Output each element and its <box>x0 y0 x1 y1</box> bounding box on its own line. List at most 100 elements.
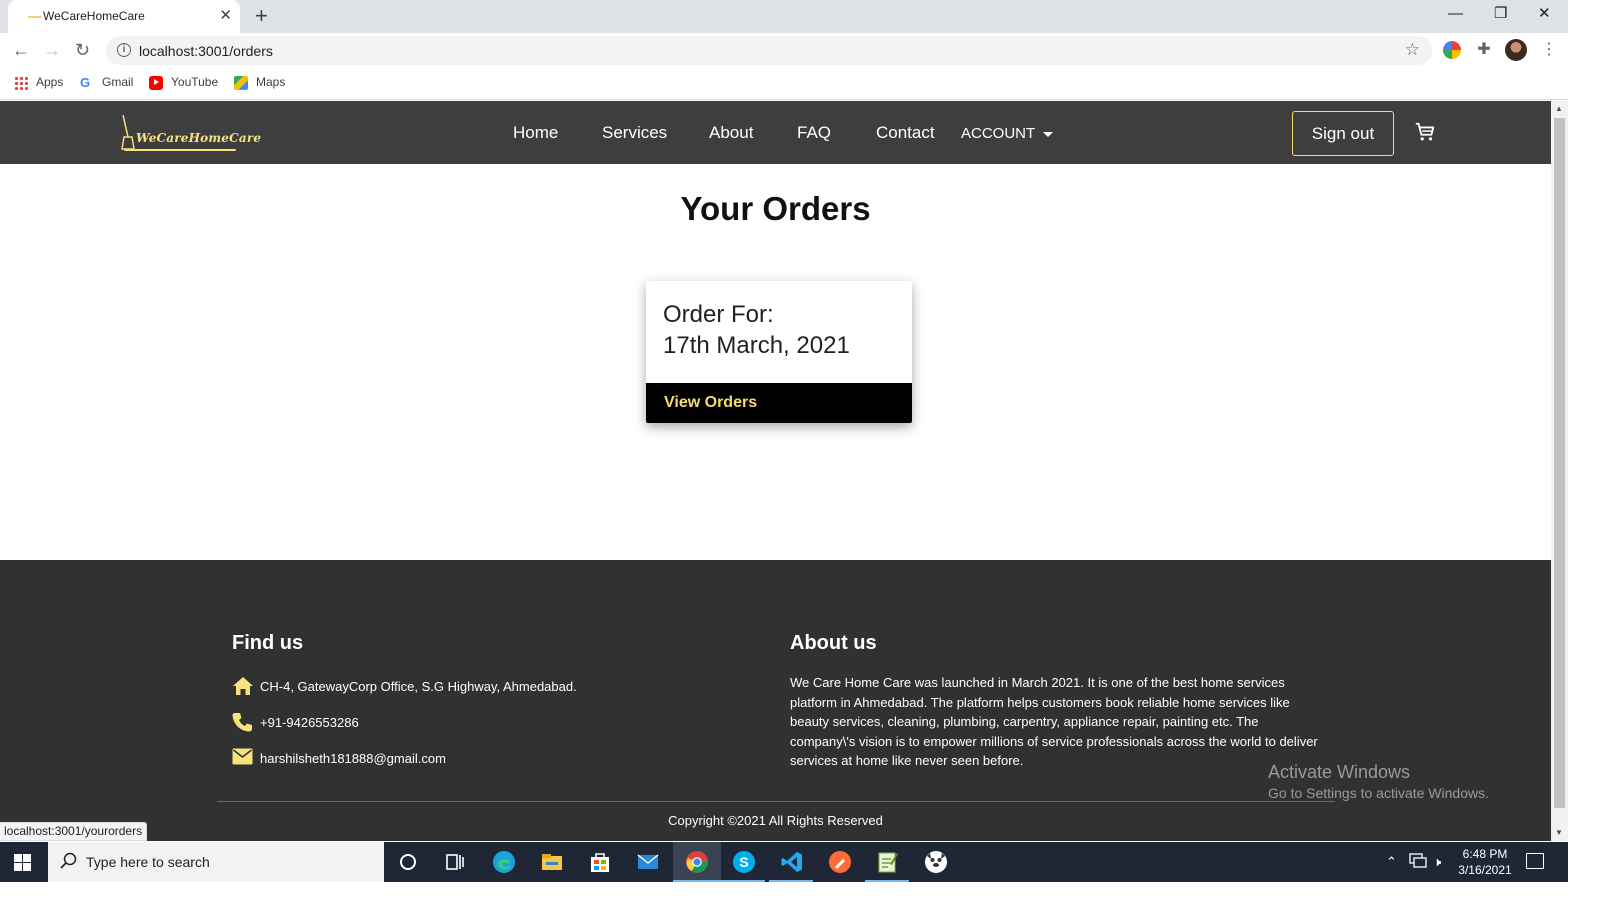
activate-windows-title: Activate Windows <box>1268 762 1411 782</box>
mail-icon <box>232 748 253 765</box>
nav-about[interactable]: About <box>709 123 753 143</box>
order-date: 17th March, 2021 <box>663 332 850 359</box>
browser-tab-strip: WeCareHomeCare ✕ + — ❐ ✕ <box>0 0 1568 33</box>
maps-icon <box>234 75 248 90</box>
scroll-down-icon[interactable]: ▼ <box>1555 828 1563 837</box>
profile-avatar[interactable] <box>1505 39 1527 61</box>
browser-toolbar: ← → ↻ i localhost:3001/orders ☆ ✚ ⋮ <box>0 33 1568 69</box>
google-g-icon: G <box>80 74 91 90</box>
order-card: Order For: 17th March, 2021 View Orders <box>646 281 912 423</box>
site-logo[interactable]: WeCareHomeCare <box>118 115 261 155</box>
nav-services[interactable]: Services <box>602 123 667 143</box>
tab-title: WeCareHomeCare <box>43 9 145 23</box>
back-icon[interactable]: ← <box>12 39 30 61</box>
puppy-app-icon[interactable] <box>924 850 948 874</box>
browser-menu-icon[interactable]: ⋮ <box>1541 39 1559 58</box>
skype-icon[interactable]: S <box>732 850 756 874</box>
volume-muted-icon[interactable]: 🕨 <box>1433 854 1441 870</box>
account-label: ACCOUNT <box>961 125 1036 142</box>
reload-icon[interactable]: ↻ <box>75 39 90 61</box>
logo-text: WeCareHomeCare <box>136 131 262 145</box>
page-viewport: WeCareHomeCare Home Services About FAQ C… <box>0 101 1551 841</box>
tray-chevron-icon[interactable]: ⌃ <box>1386 854 1397 870</box>
search-icon <box>60 852 77 869</box>
site-navbar: WeCareHomeCare Home Services About FAQ C… <box>0 101 1551 164</box>
nav-faq[interactable]: FAQ <box>797 123 831 143</box>
windows-taskbar: Type here to search S ⌃ 🕨 6:48 PM 3/16/2… <box>0 842 1568 882</box>
view-orders-button[interactable]: View Orders <box>646 383 912 423</box>
clock-date: 3/16/2021 <box>1458 863 1512 877</box>
network-icon[interactable] <box>1409 853 1427 869</box>
minimize-icon[interactable]: — <box>1448 4 1463 24</box>
find-us-heading: Find us <box>232 632 304 654</box>
color-extension-icon[interactable] <box>1443 41 1461 59</box>
address-bar[interactable]: i localhost:3001/orders ☆ <box>106 36 1432 65</box>
scroll-up-icon[interactable]: ▲ <box>1555 104 1563 113</box>
notepad-indicator <box>865 880 909 882</box>
vscode-indicator <box>769 880 813 882</box>
taskbar-search[interactable]: Type here to search <box>48 842 384 882</box>
order-for-label: Order For: <box>663 301 774 328</box>
address-text: CH-4, GatewayCorp Office, S.G Highway, A… <box>260 679 577 694</box>
search-placeholder: Type here to search <box>86 854 210 870</box>
vscode-icon[interactable] <box>780 850 804 874</box>
bookmark-maps[interactable]: Maps <box>234 75 285 90</box>
about-us-heading: About us <box>790 632 877 654</box>
bookmark-star-icon[interactable]: ☆ <box>1405 40 1420 60</box>
browser-tab[interactable]: WeCareHomeCare ✕ <box>8 0 240 33</box>
bookmarks-bar: Apps G Gmail YouTube Maps <box>0 69 1568 100</box>
taskbar-clock[interactable]: 6:48 PM 3/16/2021 <box>1452 846 1518 878</box>
broom-icon <box>121 115 135 150</box>
tab-close-icon[interactable]: ✕ <box>219 7 232 24</box>
phone-text: +91-9426553286 <box>260 715 359 730</box>
extensions-puzzle-icon[interactable]: ✚ <box>1475 41 1493 59</box>
logo-underline <box>124 149 236 151</box>
store-icon[interactable] <box>588 850 612 874</box>
status-bar-url: localhost:3001/yourorders <box>0 822 148 841</box>
nav-contact[interactable]: Contact <box>876 123 935 143</box>
email-text[interactable]: harshilsheth181888@gmail.com <box>260 751 446 767</box>
about-us-text: We Care Home Care was launched in March … <box>790 675 1318 769</box>
chrome-active-indicator <box>673 880 721 882</box>
notepad-plus-icon[interactable] <box>876 850 900 874</box>
nav-home[interactable]: Home <box>513 123 558 143</box>
footer-divider <box>217 801 1335 802</box>
activate-windows-watermark: Activate Windows Go to Settings to activ… <box>1268 761 1489 803</box>
bookmark-gmail[interactable]: G Gmail <box>80 75 133 90</box>
skype-indicator <box>721 880 765 882</box>
copyright-text: Copyright ©2021 All Rights Reserved <box>668 813 883 828</box>
home-icon <box>233 677 253 695</box>
sign-out-button[interactable]: Sign out <box>1292 111 1394 156</box>
apps-grid-icon <box>14 75 28 90</box>
forward-icon[interactable]: → <box>43 39 61 61</box>
page-scrollbar[interactable]: ▲ ▼ <box>1551 101 1568 841</box>
youtube-icon <box>149 75 163 90</box>
notification-center-icon[interactable] <box>1526 853 1544 869</box>
page-title: Your Orders <box>680 190 871 227</box>
phone-icon <box>232 713 252 732</box>
file-explorer-icon[interactable] <box>540 850 564 874</box>
info-icon[interactable]: i <box>117 43 131 57</box>
site-footer: Find us CH-4, GatewayCorp Office, S.G Hi… <box>0 560 1551 841</box>
url-text[interactable]: localhost:3001/orders <box>139 43 273 59</box>
svg-text:S: S <box>739 854 748 870</box>
new-tab-button[interactable]: + <box>255 4 268 28</box>
clock-time: 6:48 PM <box>1462 847 1508 861</box>
chrome-icon[interactable] <box>685 850 709 874</box>
task-view-icon[interactable] <box>443 850 467 874</box>
activate-windows-subtitle: Go to Settings to activate Windows. <box>1268 785 1489 801</box>
caret-down-icon <box>1043 131 1054 137</box>
tab-favicon-icon <box>28 16 42 18</box>
bookmark-youtube[interactable]: YouTube <box>149 75 218 90</box>
window-close-icon[interactable]: ✕ <box>1538 4 1551 24</box>
account-dropdown[interactable]: ACCOUNT <box>961 125 1054 143</box>
postman-icon[interactable] <box>828 850 852 874</box>
mail-app-icon[interactable] <box>636 850 660 874</box>
restore-icon[interactable]: ❐ <box>1494 4 1507 24</box>
bookmark-apps[interactable]: Apps <box>14 75 63 90</box>
cart-icon[interactable] <box>1414 121 1436 143</box>
scroll-thumb[interactable] <box>1554 118 1565 808</box>
windows-start-icon[interactable] <box>14 854 31 871</box>
edge-icon[interactable] <box>492 850 516 874</box>
cortana-icon[interactable] <box>396 850 420 874</box>
